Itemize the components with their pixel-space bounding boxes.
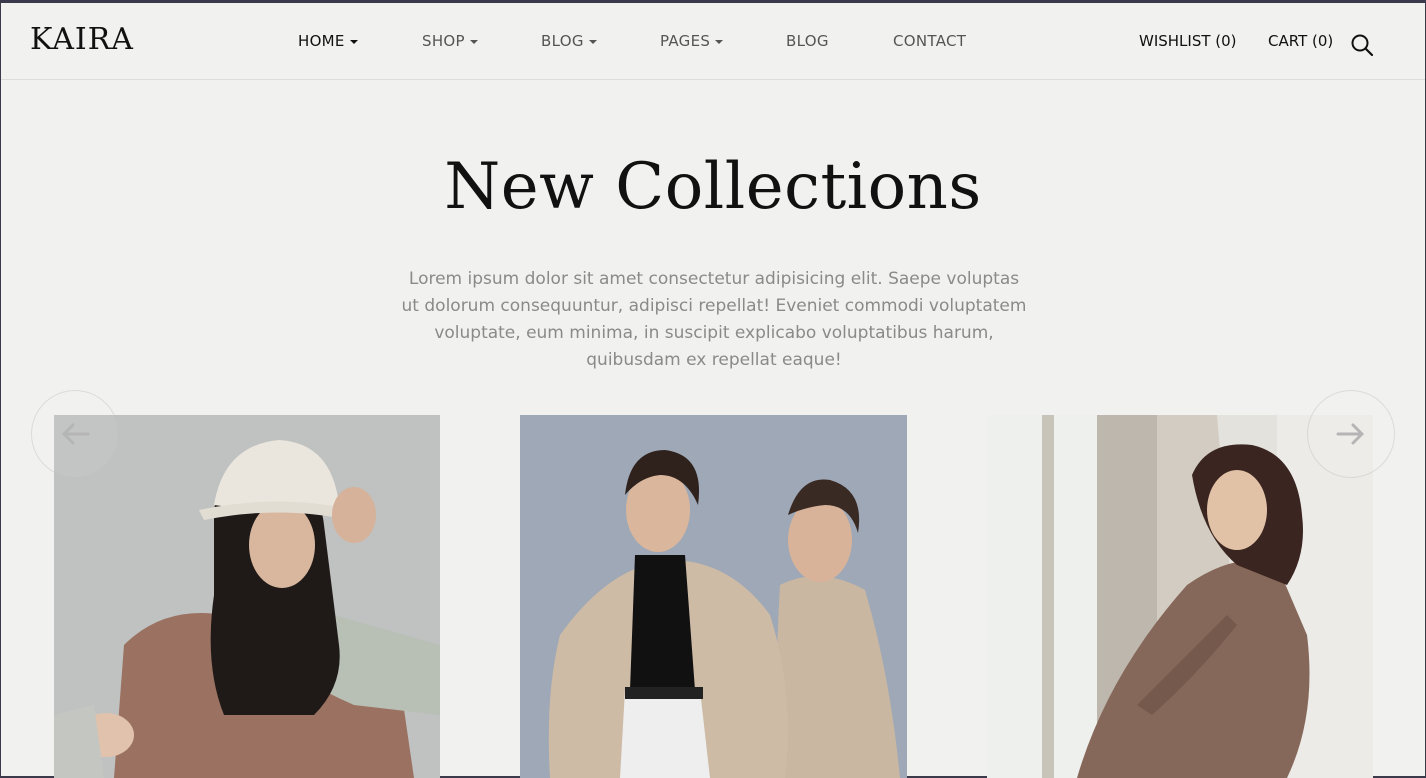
header-actions: WISHLIST (0) CART (0)	[1, 32, 1425, 56]
product-card-2[interactable]	[520, 415, 907, 778]
hero-description: Lorem ipsum dolor sit amet consectetur a…	[401, 269, 1027, 370]
product-image	[54, 415, 440, 778]
product-card-3[interactable]	[987, 415, 1373, 778]
carousel-next-button[interactable]	[1307, 390, 1395, 478]
product-card-1[interactable]	[54, 415, 440, 778]
wishlist-link[interactable]: WISHLIST (0)	[1139, 32, 1237, 50]
product-image	[987, 415, 1373, 778]
arrow-right-icon	[1336, 423, 1364, 445]
hero-title: New Collections	[444, 150, 982, 224]
product-image	[520, 415, 907, 778]
carousel-prev-button[interactable]	[31, 390, 119, 478]
site-header: KAIRA HOME SHOP BLOG PAGES BLOG CONTACT …	[1, 3, 1425, 80]
search-icon[interactable]	[1350, 33, 1374, 57]
cart-link[interactable]: CART (0)	[1268, 32, 1333, 50]
arrow-left-icon	[62, 423, 90, 445]
